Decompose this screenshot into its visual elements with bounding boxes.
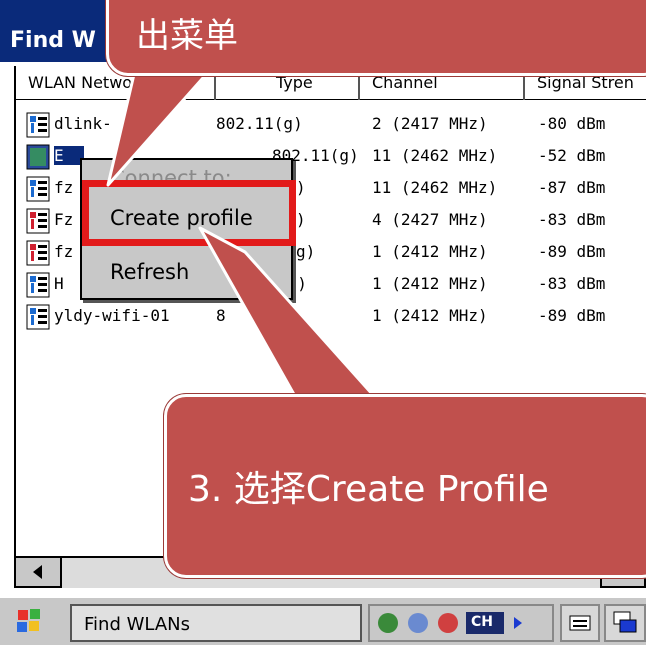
callout-create-profile-text: 3. 选择Create Profile [188, 469, 549, 510]
callout-open-menu-text: 出菜单 [136, 16, 238, 56]
